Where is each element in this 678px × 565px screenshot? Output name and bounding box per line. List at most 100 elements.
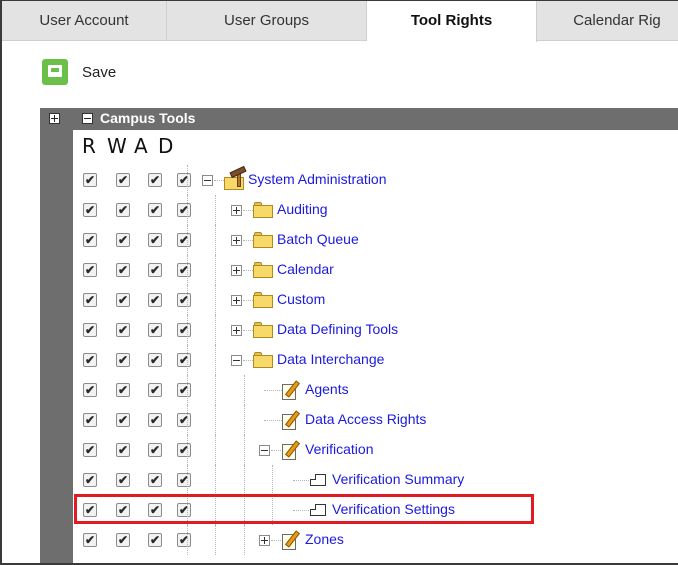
add-checkbox[interactable]: ✔	[148, 533, 162, 547]
write-checkbox[interactable]: ✔	[116, 293, 130, 307]
delete-checkbox[interactable]: ✔	[177, 413, 191, 427]
tree-guide-line	[187, 405, 188, 435]
expand-icon[interactable]	[231, 325, 242, 336]
tree-row-data-interchange: ✔ ✔ ✔ ✔ Data Interchange	[73, 345, 678, 375]
add-checkbox[interactable]: ✔	[148, 173, 162, 187]
delete-checkbox[interactable]: ✔	[177, 443, 191, 457]
read-checkbox[interactable]: ✔	[83, 353, 97, 367]
tree-connector	[243, 210, 253, 211]
folder-icon	[253, 292, 274, 308]
write-checkbox[interactable]: ✔	[116, 533, 130, 547]
tree-row-verification: ✔ ✔ ✔ ✔ Verification	[73, 435, 678, 465]
tree-guide-line	[272, 465, 273, 495]
tab-calendar-rights[interactable]: Calendar Rig	[537, 1, 678, 41]
add-checkbox[interactable]: ✔	[148, 233, 162, 247]
tree-row-data-access-rights: ✔ ✔ ✔ ✔ Data Access Rights	[73, 405, 678, 435]
expand-icon[interactable]	[231, 205, 242, 216]
tree-connector	[243, 270, 253, 271]
delete-checkbox[interactable]: ✔	[177, 233, 191, 247]
write-checkbox[interactable]: ✔	[116, 233, 130, 247]
add-checkbox[interactable]: ✔	[148, 323, 162, 337]
read-checkbox[interactable]: ✔	[83, 533, 97, 547]
tree-item-label[interactable]: Data Defining Tools	[277, 321, 398, 337]
delete-checkbox[interactable]: ✔	[177, 533, 191, 547]
write-checkbox[interactable]: ✔	[116, 263, 130, 277]
tree-guide-line	[215, 465, 216, 495]
tree-item-label[interactable]: System Administration	[248, 171, 387, 187]
tree-item-label[interactable]: Data Interchange	[277, 351, 384, 367]
write-checkbox[interactable]: ✔	[116, 173, 130, 187]
tab-tool-rights[interactable]: Tool Rights	[367, 1, 537, 42]
tree-item-label[interactable]: Verification	[305, 441, 373, 457]
read-checkbox[interactable]: ✔	[83, 473, 97, 487]
tree-item-label[interactable]: Zones	[305, 531, 344, 547]
tree-item-label[interactable]: Custom	[277, 291, 325, 307]
tree-item-label[interactable]: Data Access Rights	[305, 411, 426, 427]
write-checkbox[interactable]: ✔	[116, 203, 130, 217]
tree-guide-line	[187, 165, 188, 195]
tool-icon	[281, 439, 303, 461]
tree-item-label[interactable]: Calendar	[277, 261, 334, 277]
collapse-icon[interactable]	[231, 355, 242, 366]
add-checkbox[interactable]: ✔	[148, 383, 162, 397]
delete-checkbox[interactable]: ✔	[177, 323, 191, 337]
delete-checkbox[interactable]: ✔	[177, 473, 191, 487]
expand-icon[interactable]	[259, 535, 270, 546]
delete-checkbox[interactable]: ✔	[177, 263, 191, 277]
read-checkbox[interactable]: ✔	[83, 293, 97, 307]
expand-icon[interactable]	[231, 295, 242, 306]
write-checkbox[interactable]: ✔	[116, 473, 130, 487]
write-checkbox[interactable]: ✔	[116, 443, 130, 457]
read-checkbox[interactable]: ✔	[83, 383, 97, 397]
tree-connector	[271, 540, 281, 541]
write-checkbox[interactable]: ✔	[116, 413, 130, 427]
page-icon	[310, 474, 326, 486]
read-checkbox[interactable]: ✔	[83, 263, 97, 277]
read-checkbox[interactable]: ✔	[83, 203, 97, 217]
tree-item-label[interactable]: Auditing	[277, 201, 328, 217]
tree-item-label[interactable]: Verification Summary	[332, 471, 464, 487]
folder-icon	[253, 202, 274, 218]
tree-guide-line	[187, 195, 188, 225]
tree-guide-line	[215, 195, 216, 225]
add-checkbox[interactable]: ✔	[148, 413, 162, 427]
save-button[interactable]: Save	[42, 58, 116, 86]
folder-icon	[253, 232, 274, 248]
tree-connector	[243, 330, 253, 331]
read-checkbox[interactable]: ✔	[83, 443, 97, 457]
collapse-campus-tools-icon[interactable]	[82, 113, 93, 124]
save-icon	[42, 59, 68, 85]
delete-checkbox[interactable]: ✔	[177, 293, 191, 307]
add-checkbox[interactable]: ✔	[148, 263, 162, 277]
tab-user-account[interactable]: User Account	[2, 1, 167, 41]
tree-row-verification-summary: ✔ ✔ ✔ ✔ Verification Summary	[73, 465, 678, 495]
delete-checkbox[interactable]: ✔	[177, 383, 191, 397]
add-checkbox[interactable]: ✔	[148, 293, 162, 307]
write-checkbox[interactable]: ✔	[116, 353, 130, 367]
tree-item-label[interactable]: Agents	[305, 381, 349, 397]
add-checkbox[interactable]: ✔	[148, 443, 162, 457]
add-checkbox[interactable]: ✔	[148, 473, 162, 487]
collapse-icon[interactable]	[259, 445, 270, 456]
write-checkbox[interactable]: ✔	[116, 383, 130, 397]
read-checkbox[interactable]: ✔	[83, 323, 97, 337]
tree-item-label[interactable]: Batch Queue	[277, 231, 359, 247]
expand-icon[interactable]	[231, 265, 242, 276]
tree-row-system-administration: ✔ ✔ ✔ ✔ System Administration	[73, 165, 678, 195]
write-checkbox[interactable]: ✔	[116, 323, 130, 337]
collapse-icon[interactable]	[202, 175, 213, 186]
add-checkbox[interactable]: ✔	[148, 203, 162, 217]
toolbox-folder-icon	[224, 165, 248, 191]
folder-icon	[253, 352, 274, 368]
expand-icon[interactable]	[231, 235, 242, 246]
delete-checkbox[interactable]: ✔	[177, 173, 191, 187]
delete-checkbox[interactable]: ✔	[177, 353, 191, 367]
tree-guide-line	[215, 345, 216, 375]
read-checkbox[interactable]: ✔	[83, 413, 97, 427]
add-checkbox[interactable]: ✔	[148, 353, 162, 367]
expand-all-icon[interactable]	[49, 113, 60, 124]
read-checkbox[interactable]: ✔	[83, 173, 97, 187]
read-checkbox[interactable]: ✔	[83, 233, 97, 247]
delete-checkbox[interactable]: ✔	[177, 203, 191, 217]
tab-user-groups[interactable]: User Groups	[167, 1, 367, 41]
